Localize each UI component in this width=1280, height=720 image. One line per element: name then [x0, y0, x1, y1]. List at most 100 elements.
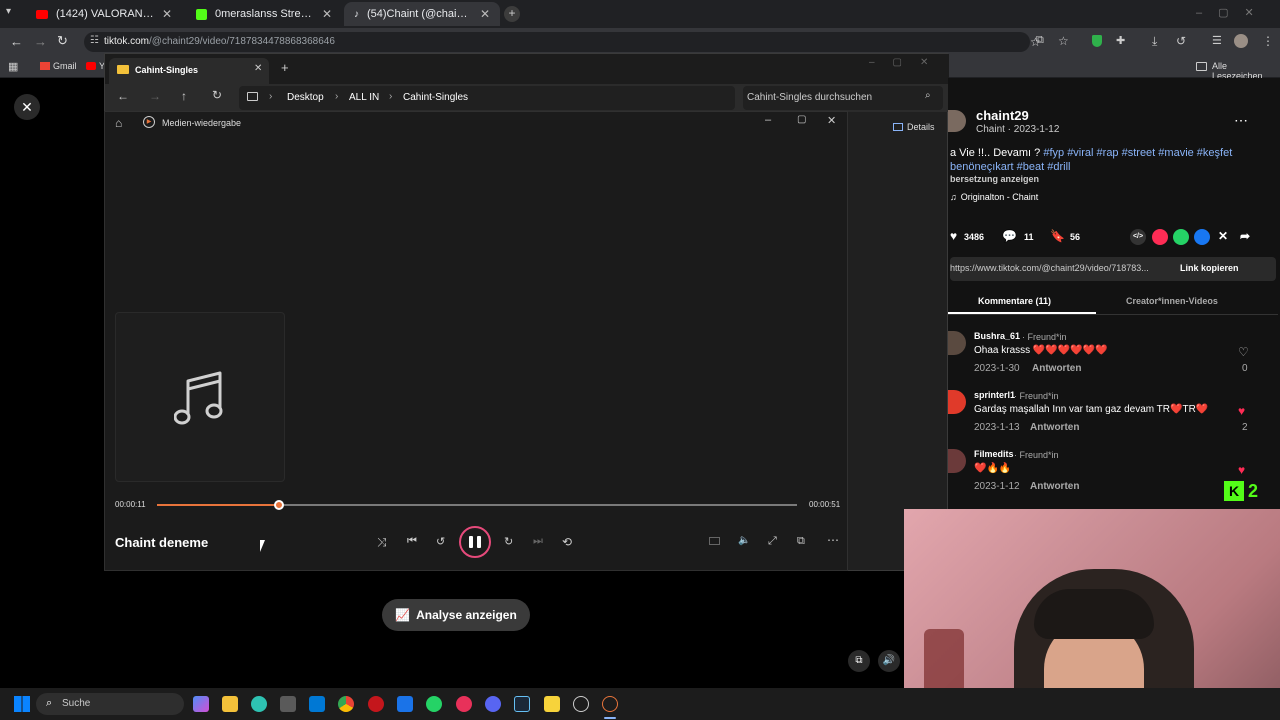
reload-icon[interactable]: ↻: [57, 33, 68, 49]
app-icon[interactable]: [309, 696, 325, 712]
app-icon[interactable]: [573, 696, 589, 712]
menu-icon[interactable]: ⋮: [1262, 34, 1274, 48]
windows-start-icon[interactable]: [14, 696, 30, 712]
copilot-icon[interactable]: [193, 696, 209, 712]
facebook-icon[interactable]: [1194, 229, 1210, 245]
avatar[interactable]: [948, 110, 966, 132]
forward-30-icon[interactable]: ↻: [504, 535, 513, 548]
rewind-10-icon[interactable]: ↺: [436, 535, 445, 548]
volume-button[interactable]: 🔊: [878, 650, 900, 672]
close-button[interactable]: ✕: [827, 114, 836, 127]
explorer-search-input[interactable]: Cahint-Singles durchsuchen ⌕: [743, 86, 943, 110]
maximize-button[interactable]: ▢: [797, 114, 806, 125]
tab-creator-videos[interactable]: Creator*innen-Videos: [1126, 296, 1218, 306]
subtitles-icon[interactable]: [709, 537, 720, 545]
download-icon[interactable]: ⤓: [1152, 34, 1157, 49]
heart-icon[interactable]: ♥: [1238, 463, 1245, 477]
media-icon[interactable]: ☰: [1212, 34, 1222, 47]
tab-tiktok[interactable]: ♪ (54)Chaint (@chaint29) | TikTok ✕: [344, 2, 500, 26]
home-icon[interactable]: ⌂: [115, 116, 122, 130]
close-icon[interactable]: ✕: [480, 7, 490, 21]
back-icon[interactable]: ←: [117, 89, 129, 103]
x-icon[interactable]: ✕: [1218, 229, 1228, 243]
app-icon[interactable]: [456, 696, 472, 712]
seek-bar[interactable]: [157, 500, 797, 510]
comment-user[interactable]: Bushra_61: [974, 331, 1020, 341]
reply-link[interactable]: Antworten: [1032, 363, 1081, 374]
close-icon[interactable]: ✕: [322, 7, 332, 21]
hashtags[interactable]: benöneçıkart #beat #drill: [950, 161, 1070, 173]
share-icon[interactable]: ➦: [1240, 229, 1250, 243]
whatsapp-icon[interactable]: [426, 696, 442, 712]
analyse-button[interactable]: 📈 Analyse anzeigen: [382, 599, 530, 631]
new-tab-button[interactable]: +: [281, 60, 289, 75]
cast-icon[interactable]: ⧉: [1036, 34, 1044, 47]
sticky-notes-icon[interactable]: [544, 696, 560, 712]
chrome-icon[interactable]: [338, 696, 354, 712]
hashtags[interactable]: #fyp #viral #rap #street #mavie #keşfet: [1043, 147, 1232, 159]
more-icon[interactable]: ⋯: [827, 533, 839, 547]
url-bar[interactable]: ☷ tiktok.com/@chaint29/video/71878344788…: [84, 32, 1041, 52]
breadcrumb-cahint-singles[interactable]: Cahint-Singles: [403, 92, 468, 103]
pip-button[interactable]: ⧉: [848, 650, 870, 672]
whatsapp-icon[interactable]: [1173, 229, 1189, 245]
close-icon[interactable]: ✕: [254, 63, 262, 74]
heart-icon[interactable]: ♥: [950, 229, 957, 243]
bookmark-icon[interactable]: 🔖: [1050, 229, 1065, 243]
details-button[interactable]: Details: [893, 122, 935, 132]
comment-user[interactable]: Filmedits: [974, 449, 1014, 459]
window-controls[interactable]: –▢✕: [869, 57, 946, 68]
minimize-button[interactable]: –: [765, 114, 771, 126]
translate-link[interactable]: bersetzung anzeigen: [950, 174, 1039, 184]
discord-icon[interactable]: [485, 696, 501, 712]
shuffle-icon[interactable]: ⤨: [377, 535, 387, 550]
avatar[interactable]: [948, 390, 966, 414]
tab-kick[interactable]: 0meraslanss Stream - Watch Li ✕: [186, 2, 342, 26]
forward-icon[interactable]: →: [149, 89, 161, 103]
window-controls[interactable]: –▢✕: [1196, 6, 1276, 19]
puzzle-icon[interactable]: ✚: [1116, 34, 1125, 47]
app-icon[interactable]: [397, 696, 413, 712]
copy-link-button[interactable]: Link kopieren: [1180, 263, 1239, 273]
tab-comments[interactable]: Kommentare (11): [978, 296, 1051, 306]
sound-link[interactable]: ♫ Originalton - Chaint: [950, 192, 1038, 202]
avatar[interactable]: [948, 449, 966, 473]
store-icon[interactable]: [280, 696, 296, 712]
forward-icon[interactable]: →: [34, 34, 47, 49]
history-icon[interactable]: ↺: [1176, 34, 1186, 48]
more-icon[interactable]: ⋯: [1234, 112, 1248, 129]
volume-icon[interactable]: 🔈: [738, 535, 750, 546]
bookmark-gmail[interactable]: Gmail: [53, 61, 77, 71]
mini-player-icon[interactable]: ⧉: [797, 535, 805, 548]
new-tab-button[interactable]: +: [504, 6, 520, 22]
avatar[interactable]: [948, 331, 966, 355]
close-video-button[interactable]: ✕: [14, 94, 40, 120]
media-player-icon[interactable]: [602, 696, 618, 712]
reply-link[interactable]: Antworten: [1030, 422, 1079, 433]
close-icon[interactable]: ✕: [162, 7, 172, 21]
file-explorer-icon[interactable]: [222, 696, 238, 712]
fullscreen-icon[interactable]: ⤢: [768, 535, 777, 548]
shield-icon[interactable]: [1092, 35, 1102, 47]
previous-icon[interactable]: ⏮: [407, 535, 417, 548]
reply-link[interactable]: Antworten: [1030, 481, 1079, 492]
steam-icon[interactable]: [514, 696, 530, 712]
tab-youtube[interactable]: (1424) VALORANT'TA HER SEZO ✕: [26, 2, 182, 26]
share-link[interactable]: https://www.tiktok.com/@chaint29/video/7…: [950, 263, 1149, 273]
repeat-icon[interactable]: ⟲: [562, 535, 572, 549]
heart-icon[interactable]: ♥: [1238, 404, 1245, 418]
breadcrumb[interactable]: › Desktop › ALL IN › Cahint-Singles: [239, 86, 735, 110]
username[interactable]: chaint29: [976, 108, 1029, 123]
up-icon[interactable]: ↑: [181, 89, 187, 103]
pause-button[interactable]: [459, 526, 491, 558]
apps-icon[interactable]: ▦: [8, 60, 18, 73]
tab-list-button[interactable]: ▾: [6, 6, 20, 20]
app-icon[interactable]: [368, 696, 384, 712]
embed-icon[interactable]: </>: [1130, 229, 1146, 245]
seek-thumb[interactable]: [273, 500, 284, 510]
send-icon[interactable]: [1152, 229, 1168, 245]
star-icon[interactable]: ☆: [1058, 34, 1069, 48]
explorer-tab[interactable]: Cahint-Singles ✕: [109, 58, 269, 84]
breadcrumb-all-in[interactable]: ALL IN: [349, 92, 379, 103]
breadcrumb-desktop[interactable]: Desktop: [287, 92, 324, 103]
